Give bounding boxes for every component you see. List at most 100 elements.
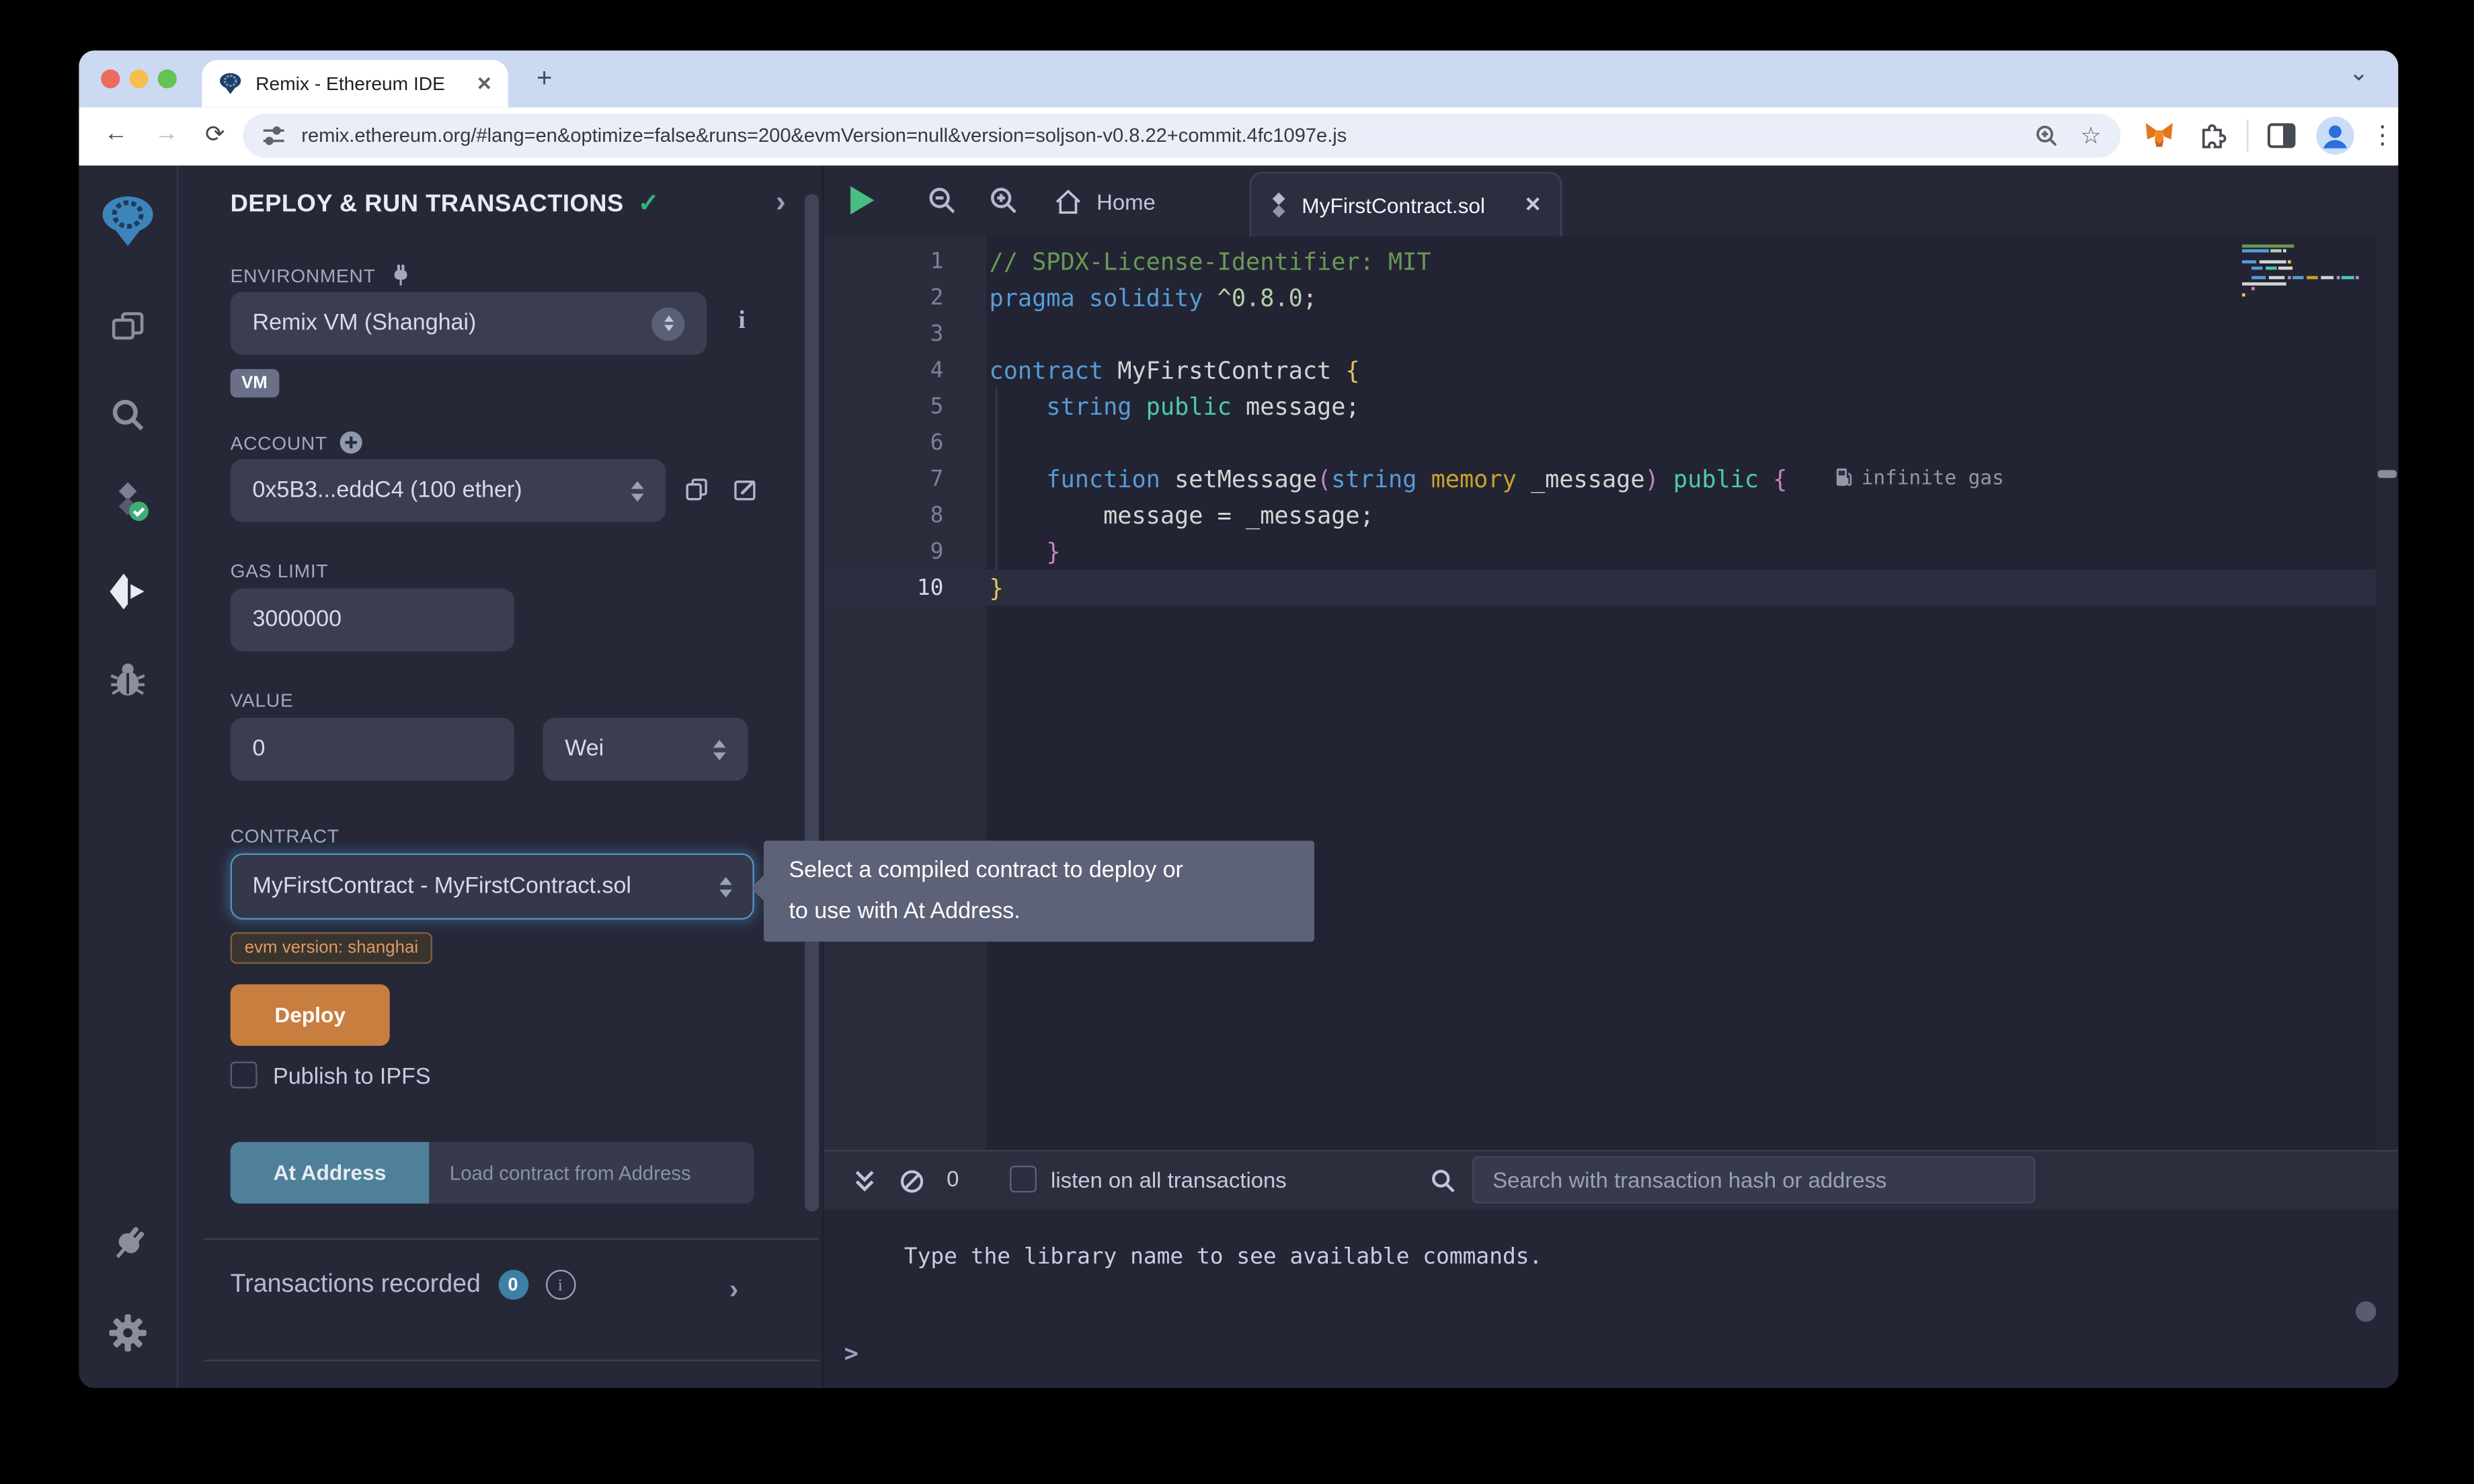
window-minimize-button[interactable] [129,69,148,88]
code-line[interactable]: 8 message = _message; [824,497,2376,533]
compiled-check-icon: ✓ [638,191,660,218]
solidity-compiler-icon[interactable] [106,479,150,524]
forward-button[interactable]: → [155,120,178,147]
transactions-count-badge: 0 [498,1270,528,1300]
account-label: ACCOUNT [231,431,364,454]
panel-scrollbar[interactable] [805,194,819,1212]
editor-scrollbar[interactable] [2376,237,2398,1150]
account-select[interactable]: 0x5B3...eddC4 (100 ether) [231,459,666,522]
site-settings-icon[interactable] [262,124,286,147]
zoom-in-icon[interactable] [986,183,1021,218]
account-carets-icon [631,481,644,501]
minimap-line [2237,272,2373,277]
window-close-button[interactable] [101,69,120,88]
deploy-button[interactable]: Deploy [231,984,390,1046]
panel-divider-bottom [204,1360,819,1361]
terminal-output[interactable]: Type the library name to see available c… [824,1210,2398,1388]
code-line[interactable]: 10} [824,569,2376,606]
panel-expand-chevron-icon[interactable]: › [776,186,786,221]
environment-info-icon[interactable]: i [738,308,745,336]
environment-select[interactable]: Remix VM (Shanghai) [231,292,707,355]
value-unit-select[interactable]: Wei [543,718,748,781]
code-line[interactable]: 4contract MyFirstContract { [824,352,2376,388]
editor-scrollbar-thumb[interactable] [2378,470,2397,478]
deploy-run-icon[interactable] [106,569,150,614]
tab-overflow-button[interactable]: ⌄ [2342,58,2377,93]
zoom-out-icon[interactable] [924,183,959,218]
file-tab-myfirstcontract[interactable]: MyFirstContract.sol ✕ [1250,172,1562,237]
tab-close-button[interactable]: ✕ [477,73,493,95]
infinite-gas-annotation: infinite gas [1835,464,2004,488]
minimap[interactable] [2237,245,2373,298]
side-panel-icon[interactable] [2266,120,2297,151]
transactions-info-icon[interactable]: i [545,1270,575,1300]
zoom-page-icon[interactable] [2033,123,2059,149]
code-line[interactable]: 7 function setMessage(string memory _mes… [824,460,2376,497]
reload-button[interactable]: ⟳ [205,120,225,148]
contract-select[interactable]: MyFirstContract - MyFirstContract.sol [231,854,754,920]
home-tab[interactable]: Home [1054,178,1156,225]
at-address-input[interactable] [429,1142,754,1204]
terminal-search-input[interactable] [1472,1156,2036,1203]
panel-title: DEPLOY & RUN TRANSACTIONS✓ [231,188,660,219]
bookmark-star-icon[interactable]: ☆ [2081,122,2102,150]
solidity-file-icon [1270,192,1287,218]
clear-console-icon[interactable] [896,1165,926,1196]
terminal-collapse-icon[interactable] [849,1165,879,1196]
plugin-manager-plug-icon[interactable] [106,1221,150,1266]
line-number: 8 [824,503,943,528]
code-editor[interactable]: 1// SPDX-License-Identifier: MIT2pragma … [824,237,2398,1150]
settings-gear-icon[interactable] [106,1311,150,1355]
debugger-bug-icon[interactable] [106,656,150,700]
browser-tab[interactable]: Remix - Ethereum IDE ✕ [202,60,508,107]
add-account-icon[interactable] [340,431,364,454]
contract-value: MyFirstContract - MyFirstContract.sol [253,874,720,899]
transactions-expand-chevron-icon[interactable]: › [729,1274,738,1306]
vm-badge: VM [231,369,279,397]
back-button[interactable]: ← [104,120,128,147]
browser-window: Remix - Ethereum IDE ✕ + ⌄ ← → ⟳ remix.e… [79,50,2398,1388]
copy-account-icon[interactable] [683,477,710,503]
indent-guide [996,388,997,569]
code-text: string public message; [990,392,1360,420]
sign-message-icon[interactable] [732,477,759,503]
run-script-play-icon[interactable] [850,186,874,214]
listen-transactions-checkbox[interactable] [1010,1165,1037,1192]
code-text: pragma solidity ^0.8.0; [990,283,1318,311]
at-address-button[interactable]: At Address [231,1142,430,1204]
value-unit: Wei [565,737,604,762]
line-number: 5 [824,394,943,419]
code-line[interactable]: 9 } [824,533,2376,569]
code-line[interactable]: 3 [824,315,2376,352]
browser-toolbar: ← → ⟳ remix.ethereum.org/#lang=en&optimi… [79,108,2398,166]
account-value: 0x5B3...eddC4 (100 ether) [253,478,522,503]
remix-app: DEPLOY & RUN TRANSACTIONS✓ › ENVIRONMENT… [79,165,2398,1388]
gas-pump-icon [1835,466,1852,487]
remix-logo-icon[interactable] [99,192,156,249]
code-line[interactable]: 2pragma solidity ^0.8.0; [824,279,2376,315]
code-line[interactable]: 1// SPDX-License-Identifier: MIT [824,243,2376,279]
value-input[interactable] [231,718,514,781]
new-tab-button[interactable]: + [527,62,562,97]
browser-menu-kebab-icon[interactable]: ⋮ [2370,120,2395,151]
file-explorer-icon[interactable] [106,304,150,349]
scroll-to-bottom-button[interactable] [2356,1301,2377,1322]
home-tab-label: Home [1096,190,1156,215]
extensions-puzzle-icon[interactable] [2196,120,2228,151]
window-zoom-button[interactable] [158,69,177,88]
search-icon[interactable] [106,393,150,437]
address-bar[interactable]: remix.ethereum.org/#lang=en&optimize=fal… [243,114,2120,158]
line-number: 6 [824,430,943,456]
code-line[interactable]: 6 [824,424,2376,460]
publish-ipfs-checkbox[interactable] [231,1061,257,1088]
gas-limit-input[interactable] [231,588,514,651]
file-tab-close-icon[interactable]: ✕ [1524,192,1542,218]
transactions-recorded-label: Transactions recorded [231,1270,481,1298]
environment-stepper-icon[interactable] [651,306,684,339]
line-number: 1 [824,249,943,274]
code-line[interactable]: 5 string public message; [824,388,2376,424]
metamask-extension-icon[interactable] [2143,120,2174,151]
profile-avatar[interactable] [2316,117,2354,155]
transactions-recorded-row[interactable]: Transactions recorded 0 i [231,1270,575,1300]
environment-plug-icon[interactable] [388,263,413,289]
